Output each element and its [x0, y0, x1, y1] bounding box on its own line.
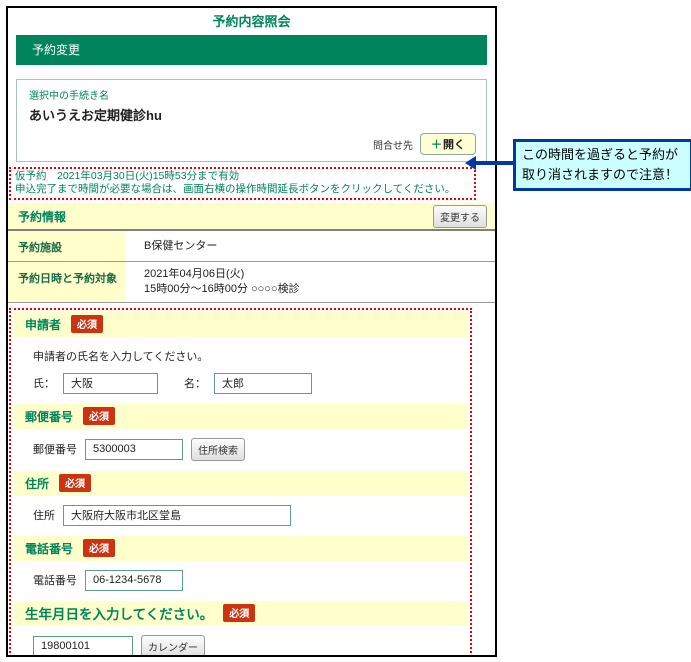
required-badge: 必須: [83, 539, 115, 557]
required-badge: 必須: [71, 315, 103, 333]
reservation-date: 2021年04月06日(火): [144, 267, 495, 282]
contact-row: 問合せ先 ＋ 開く: [29, 133, 476, 155]
address-field-label: 住所: [33, 507, 55, 523]
form-annotation-box: 申請者 必須 申請者の氏名を入力してください。 氏： 名： 郵便番号 必須 郵便…: [9, 308, 472, 657]
row-value-datetime: 2021年04月06日(火) 15時00分～16時00分 ○○○○検診: [126, 262, 495, 302]
callout-line1: この時間を過ぎると予約が: [522, 145, 688, 165]
name-input-row: 氏： 名：: [33, 373, 468, 394]
birthdate-field[interactable]: [33, 636, 133, 657]
phone-field-label: 電話番号: [33, 572, 77, 588]
plus-icon: ＋: [431, 136, 442, 152]
procedure-name: あいうえお定期健診hu: [29, 105, 476, 124]
required-badge: 必須: [223, 604, 255, 622]
postal-section-header: 郵便番号 必須: [13, 404, 468, 429]
postal-code-field[interactable]: [85, 439, 183, 460]
table-row: 予約施設 B保健センター: [8, 231, 495, 262]
page-title: 予約内容照会: [8, 11, 495, 30]
notice-validity-line: 仮予約 2021年03月30日(火)15時53分まで有効: [15, 170, 470, 183]
phone-field[interactable]: [85, 570, 183, 591]
callout-line2: 取り消されますので注意！: [522, 165, 688, 185]
address-search-button[interactable]: 住所検索: [191, 438, 245, 461]
reservation-info-title: 予約情報: [18, 208, 66, 225]
address-field[interactable]: [63, 505, 291, 526]
phone-title: 電話番号: [25, 540, 73, 557]
section-header-bar: 予約変更: [16, 35, 487, 65]
postal-title: 郵便番号: [25, 408, 73, 425]
reservation-time-target: 15時00分～16時00分 ○○○○検診: [144, 282, 495, 297]
callout-arrow-line: [475, 161, 513, 165]
required-badge: 必須: [59, 474, 91, 492]
phone-section-header: 電話番号 必須: [13, 536, 468, 561]
contact-open-button[interactable]: ＋ 開く: [420, 133, 476, 155]
provisional-reservation-notice: 仮予約 2021年03月30日(火)15時53分まで有効 申込完了まで時間が必要…: [9, 167, 476, 200]
row-label-facility: 予約施設: [8, 231, 126, 261]
open-button-label: 開く: [443, 136, 465, 152]
reservation-info-header: 予約情報 変更する: [8, 203, 495, 231]
address-input-row: 住所: [33, 505, 468, 526]
procedure-label: 選択中の手続き名: [29, 87, 476, 102]
postal-field-label: 郵便番号: [33, 441, 77, 457]
table-row: 予約日時と予約対象 2021年04月06日(火) 15時00分～16時00分 ○…: [8, 262, 495, 303]
last-name-label: 氏：: [33, 375, 55, 391]
last-name-field[interactable]: [63, 373, 158, 394]
address-section-header: 住所 必須: [13, 471, 468, 496]
applicant-title: 申請者: [25, 316, 61, 333]
first-name-field[interactable]: [214, 373, 312, 394]
notice-extend-line: 申込完了まで時間が必要な場合は、画面右横の操作時間延長ボタンをクリックしてくださ…: [15, 183, 470, 196]
row-label-datetime: 予約日時と予約対象: [8, 262, 126, 302]
birthdate-input-row: カレンダー: [33, 635, 468, 657]
applicant-instruction: 申請者の氏名を入力してください。: [33, 348, 468, 364]
required-badge: 必須: [83, 407, 115, 425]
contact-label: 問合せ先: [373, 137, 413, 152]
birthdate-title: 生年月日を入力してください。: [25, 603, 213, 623]
birthdate-section-header: 生年月日を入力してください。 必須: [13, 601, 468, 626]
calendar-button[interactable]: カレンダー: [141, 635, 205, 657]
phone-input-row: 電話番号: [33, 570, 468, 591]
row-value-facility: B保健センター: [126, 231, 495, 261]
procedure-box: 選択中の手続き名 あいうえお定期健診hu 問合せ先 ＋ 開く: [16, 79, 487, 162]
change-button[interactable]: 変更する: [433, 205, 487, 228]
postal-input-row: 郵便番号 住所検索: [33, 438, 468, 461]
callout-arrow-icon: [465, 156, 476, 170]
address-title: 住所: [25, 475, 49, 492]
first-name-label: 名：: [184, 375, 206, 391]
main-panel: 予約内容照会 予約変更 選択中の手続き名 あいうえお定期健診hu 問合せ先 ＋ …: [6, 6, 497, 657]
applicant-section-header: 申請者 必須: [13, 312, 468, 337]
warning-callout: この時間を過ぎると予約が 取り消されますので注意！: [513, 139, 691, 191]
